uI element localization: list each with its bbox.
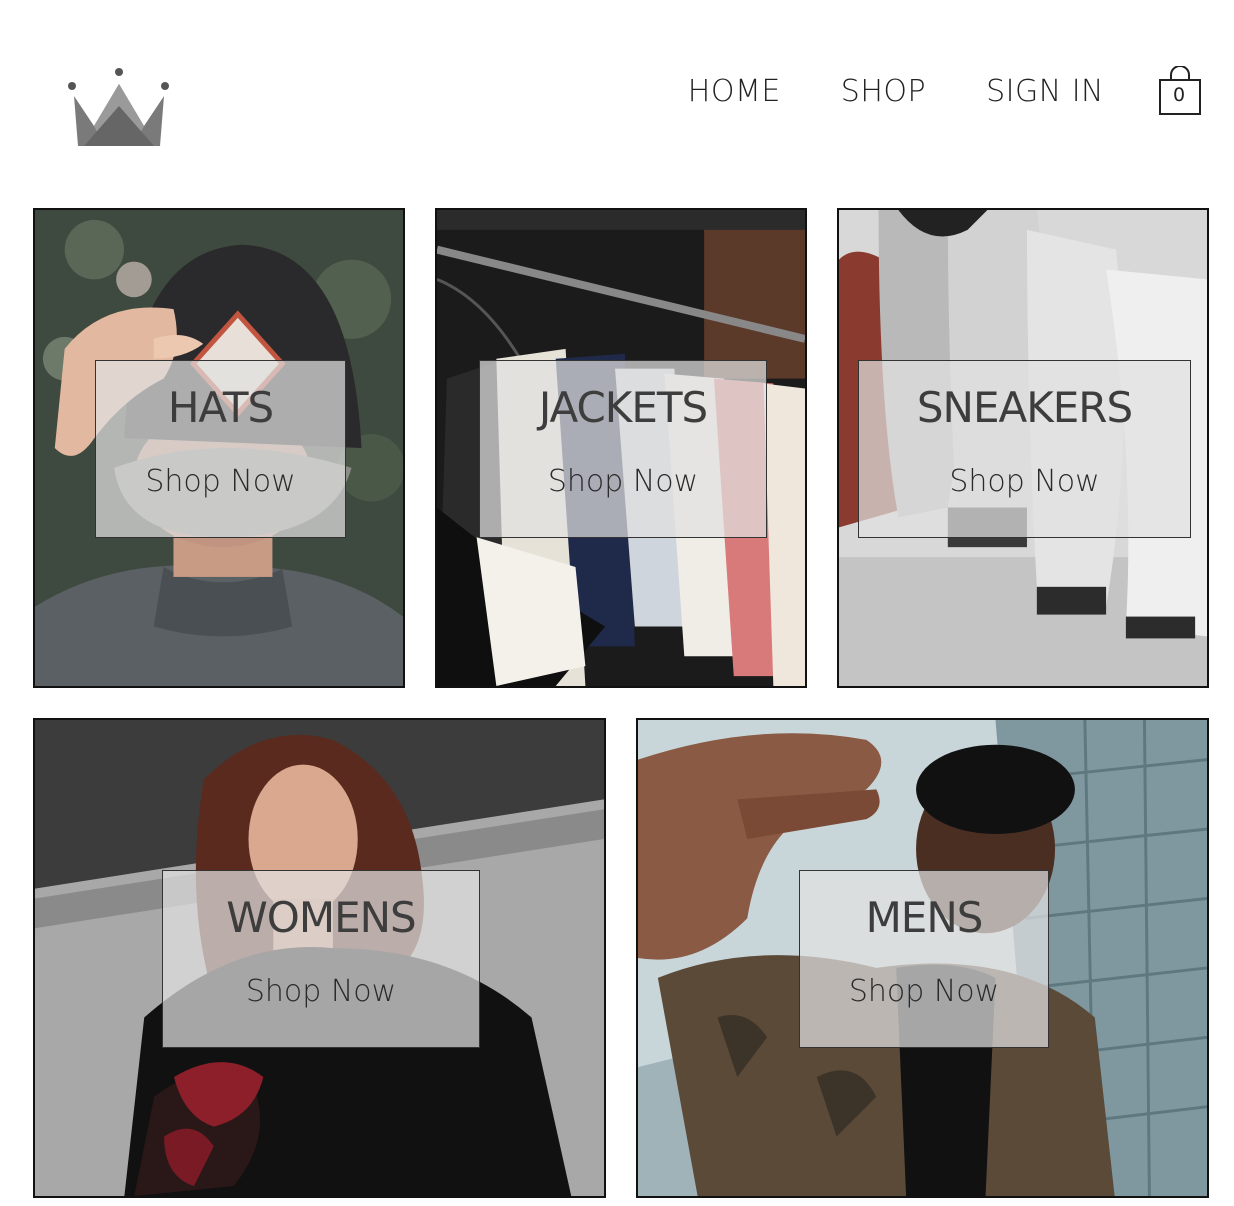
site-header: HOME SHOP SIGN IN 0 xyxy=(0,0,1234,190)
label-box: WOMENS Shop Now xyxy=(162,870,480,1048)
category-tile-hats[interactable]: HATS Shop Now xyxy=(33,208,405,688)
nav-link-home[interactable]: HOME xyxy=(688,74,781,109)
category-tile-jackets[interactable]: JACKETS Shop Now xyxy=(435,208,807,688)
label-box: SNEAKERS Shop Now xyxy=(858,360,1191,538)
category-title: HATS xyxy=(167,383,274,432)
category-title: SNEAKERS xyxy=(916,383,1133,432)
crown-icon[interactable] xyxy=(64,64,174,150)
label-box: HATS Shop Now xyxy=(95,360,346,538)
category-tile-mens[interactable]: MENS Shop Now xyxy=(636,718,1209,1198)
label-box: MENS Shop Now xyxy=(799,870,1049,1048)
shop-now-link[interactable]: Shop Now xyxy=(145,467,295,497)
category-tile-sneakers[interactable]: SNEAKERS Shop Now xyxy=(837,208,1209,688)
category-title: WOMENS xyxy=(226,893,416,942)
category-title: JACKETS xyxy=(538,383,708,432)
shop-now-link[interactable]: Shop Now xyxy=(246,977,396,1007)
label-box: JACKETS Shop Now xyxy=(479,360,767,538)
category-tile-womens[interactable]: WOMENS Shop Now xyxy=(33,718,606,1198)
category-title: MENS xyxy=(865,893,984,942)
nav-link-shop[interactable]: SHOP xyxy=(841,74,926,109)
main-nav: HOME SHOP SIGN IN 0 xyxy=(688,66,1202,116)
cart-count: 0 xyxy=(1172,84,1186,106)
shop-now-link[interactable]: Shop Now xyxy=(849,977,999,1007)
shop-now-link[interactable]: Shop Now xyxy=(949,467,1099,497)
shop-now-link[interactable]: Shop Now xyxy=(548,467,698,497)
nav-link-sign-in[interactable]: SIGN IN xyxy=(986,74,1104,109)
cart-button[interactable]: 0 xyxy=(1158,66,1202,116)
